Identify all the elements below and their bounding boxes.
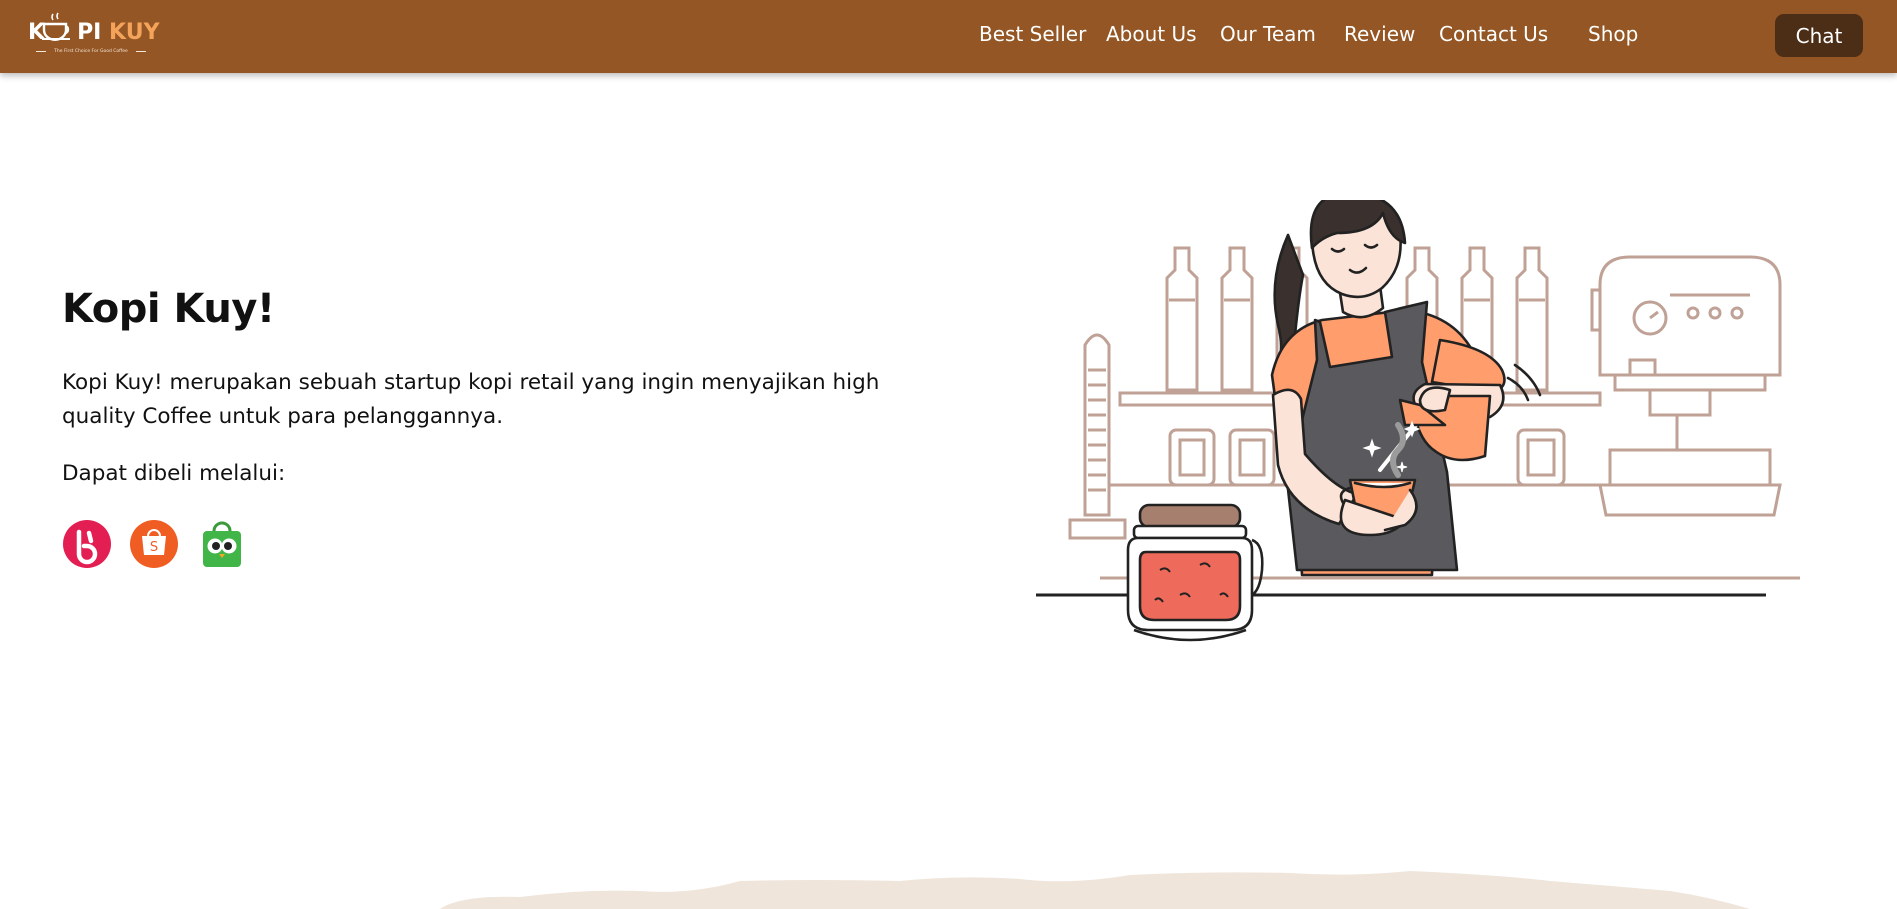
kopi-kuy-logo[interactable]: K PI KUY The First Choice For Good Coffee <box>26 12 166 60</box>
shopee-icon[interactable]: S <box>129 519 179 569</box>
svg-text:S: S <box>150 540 158 555</box>
top-navbar: K PI KUY The First Choice For Good Coffee… <box>0 0 1897 73</box>
nav-best-seller[interactable]: Best Seller <box>979 22 1086 46</box>
footer-wave-decoration <box>440 871 1750 909</box>
chat-button[interactable]: Chat <box>1775 14 1863 57</box>
jam-jar-icon <box>1126 503 1264 642</box>
nav-our-team[interactable]: Our Team <box>1220 22 1316 46</box>
tagline-right-line <box>136 51 146 52</box>
tagline-left-line <box>36 51 46 52</box>
logo-tagline: The First Choice For Good Coffee <box>36 48 146 58</box>
tokopedia-icon[interactable] <box>197 519 247 569</box>
nav-about-us[interactable]: About Us <box>1106 22 1197 46</box>
barista-woman <box>1270 200 1542 577</box>
barista-illustration <box>1036 200 1800 642</box>
nav-review[interactable]: Review <box>1344 22 1415 46</box>
coffee-cup-icon <box>42 12 70 41</box>
hero-title: Kopi Kuy! <box>62 286 275 332</box>
nav-contact-us[interactable]: Contact Us <box>1439 22 1548 46</box>
bukalapak-icon[interactable] <box>62 519 112 569</box>
buy-via-label: Dapat dibeli melalui: <box>62 461 286 486</box>
nav-shop[interactable]: Shop <box>1588 22 1638 46</box>
hero-description: Kopi Kuy! merupakan sebuah startup kopi … <box>62 370 880 429</box>
